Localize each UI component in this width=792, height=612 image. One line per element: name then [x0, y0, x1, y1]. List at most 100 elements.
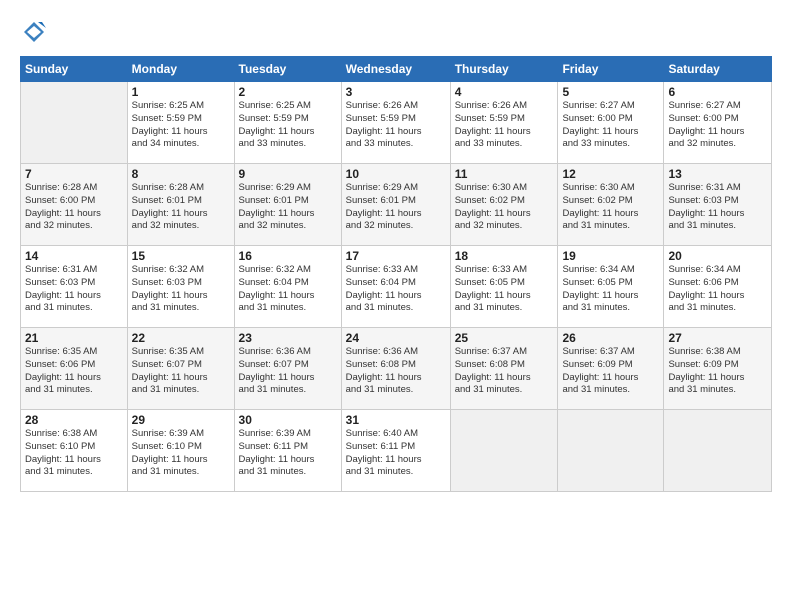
week-row-3: 14Sunrise: 6:31 AM Sunset: 6:03 PM Dayli…	[21, 246, 772, 328]
day-number: 15	[132, 249, 230, 263]
day-info: Sunrise: 6:27 AM Sunset: 6:00 PM Dayligh…	[562, 100, 659, 151]
day-info: Sunrise: 6:38 AM Sunset: 6:09 PM Dayligh…	[668, 346, 767, 397]
calendar-cell: 4Sunrise: 6:26 AM Sunset: 5:59 PM Daylig…	[450, 82, 558, 164]
week-row-5: 28Sunrise: 6:38 AM Sunset: 6:10 PM Dayli…	[21, 410, 772, 492]
day-info: Sunrise: 6:38 AM Sunset: 6:10 PM Dayligh…	[25, 428, 123, 479]
day-number: 7	[25, 167, 123, 181]
day-number: 22	[132, 331, 230, 345]
calendar-cell: 6Sunrise: 6:27 AM Sunset: 6:00 PM Daylig…	[664, 82, 772, 164]
day-info: Sunrise: 6:29 AM Sunset: 6:01 PM Dayligh…	[346, 182, 446, 233]
calendar-cell: 15Sunrise: 6:32 AM Sunset: 6:03 PM Dayli…	[127, 246, 234, 328]
day-number: 11	[455, 167, 554, 181]
day-info: Sunrise: 6:36 AM Sunset: 6:08 PM Dayligh…	[346, 346, 446, 397]
calendar-cell: 19Sunrise: 6:34 AM Sunset: 6:05 PM Dayli…	[558, 246, 664, 328]
calendar-cell: 8Sunrise: 6:28 AM Sunset: 6:01 PM Daylig…	[127, 164, 234, 246]
day-info: Sunrise: 6:36 AM Sunset: 6:07 PM Dayligh…	[239, 346, 337, 397]
calendar-cell: 27Sunrise: 6:38 AM Sunset: 6:09 PM Dayli…	[664, 328, 772, 410]
day-number: 5	[562, 85, 659, 99]
day-number: 21	[25, 331, 123, 345]
calendar-cell: 14Sunrise: 6:31 AM Sunset: 6:03 PM Dayli…	[21, 246, 128, 328]
dow-header-sunday: Sunday	[21, 57, 128, 82]
day-info: Sunrise: 6:26 AM Sunset: 5:59 PM Dayligh…	[346, 100, 446, 151]
calendar-cell: 30Sunrise: 6:39 AM Sunset: 6:11 PM Dayli…	[234, 410, 341, 492]
calendar-cell	[664, 410, 772, 492]
day-number: 29	[132, 413, 230, 427]
dow-header-saturday: Saturday	[664, 57, 772, 82]
dow-header-friday: Friday	[558, 57, 664, 82]
calendar-cell	[558, 410, 664, 492]
calendar-cell: 25Sunrise: 6:37 AM Sunset: 6:08 PM Dayli…	[450, 328, 558, 410]
calendar-cell: 28Sunrise: 6:38 AM Sunset: 6:10 PM Dayli…	[21, 410, 128, 492]
day-number: 9	[239, 167, 337, 181]
calendar-table: SundayMondayTuesdayWednesdayThursdayFrid…	[20, 56, 772, 492]
day-number: 13	[668, 167, 767, 181]
day-number: 20	[668, 249, 767, 263]
day-info: Sunrise: 6:25 AM Sunset: 5:59 PM Dayligh…	[132, 100, 230, 151]
day-info: Sunrise: 6:27 AM Sunset: 6:00 PM Dayligh…	[668, 100, 767, 151]
day-info: Sunrise: 6:35 AM Sunset: 6:06 PM Dayligh…	[25, 346, 123, 397]
calendar-cell: 13Sunrise: 6:31 AM Sunset: 6:03 PM Dayli…	[664, 164, 772, 246]
logo-icon	[20, 18, 48, 46]
day-info: Sunrise: 6:26 AM Sunset: 5:59 PM Dayligh…	[455, 100, 554, 151]
day-info: Sunrise: 6:33 AM Sunset: 6:05 PM Dayligh…	[455, 264, 554, 315]
day-number: 28	[25, 413, 123, 427]
day-info: Sunrise: 6:35 AM Sunset: 6:07 PM Dayligh…	[132, 346, 230, 397]
day-info: Sunrise: 6:30 AM Sunset: 6:02 PM Dayligh…	[562, 182, 659, 233]
day-info: Sunrise: 6:40 AM Sunset: 6:11 PM Dayligh…	[346, 428, 446, 479]
week-row-2: 7Sunrise: 6:28 AM Sunset: 6:00 PM Daylig…	[21, 164, 772, 246]
day-number: 17	[346, 249, 446, 263]
calendar-cell: 31Sunrise: 6:40 AM Sunset: 6:11 PM Dayli…	[341, 410, 450, 492]
calendar-cell: 24Sunrise: 6:36 AM Sunset: 6:08 PM Dayli…	[341, 328, 450, 410]
calendar-cell: 7Sunrise: 6:28 AM Sunset: 6:00 PM Daylig…	[21, 164, 128, 246]
week-row-1: 1Sunrise: 6:25 AM Sunset: 5:59 PM Daylig…	[21, 82, 772, 164]
calendar-cell: 20Sunrise: 6:34 AM Sunset: 6:06 PM Dayli…	[664, 246, 772, 328]
day-number: 6	[668, 85, 767, 99]
day-number: 19	[562, 249, 659, 263]
calendar-cell: 26Sunrise: 6:37 AM Sunset: 6:09 PM Dayli…	[558, 328, 664, 410]
header	[20, 18, 772, 46]
day-number: 8	[132, 167, 230, 181]
day-number: 18	[455, 249, 554, 263]
day-info: Sunrise: 6:37 AM Sunset: 6:08 PM Dayligh…	[455, 346, 554, 397]
dow-header-wednesday: Wednesday	[341, 57, 450, 82]
calendar-cell: 22Sunrise: 6:35 AM Sunset: 6:07 PM Dayli…	[127, 328, 234, 410]
day-info: Sunrise: 6:25 AM Sunset: 5:59 PM Dayligh…	[239, 100, 337, 151]
calendar-cell: 16Sunrise: 6:32 AM Sunset: 6:04 PM Dayli…	[234, 246, 341, 328]
calendar-cell: 3Sunrise: 6:26 AM Sunset: 5:59 PM Daylig…	[341, 82, 450, 164]
day-info: Sunrise: 6:34 AM Sunset: 6:05 PM Dayligh…	[562, 264, 659, 315]
day-number: 14	[25, 249, 123, 263]
page: SundayMondayTuesdayWednesdayThursdayFrid…	[0, 0, 792, 612]
day-info: Sunrise: 6:28 AM Sunset: 6:01 PM Dayligh…	[132, 182, 230, 233]
day-number: 12	[562, 167, 659, 181]
day-info: Sunrise: 6:33 AM Sunset: 6:04 PM Dayligh…	[346, 264, 446, 315]
calendar-cell: 17Sunrise: 6:33 AM Sunset: 6:04 PM Dayli…	[341, 246, 450, 328]
day-info: Sunrise: 6:31 AM Sunset: 6:03 PM Dayligh…	[668, 182, 767, 233]
day-info: Sunrise: 6:30 AM Sunset: 6:02 PM Dayligh…	[455, 182, 554, 233]
calendar-cell: 9Sunrise: 6:29 AM Sunset: 6:01 PM Daylig…	[234, 164, 341, 246]
day-number: 25	[455, 331, 554, 345]
dow-header-monday: Monday	[127, 57, 234, 82]
day-info: Sunrise: 6:32 AM Sunset: 6:03 PM Dayligh…	[132, 264, 230, 315]
week-row-4: 21Sunrise: 6:35 AM Sunset: 6:06 PM Dayli…	[21, 328, 772, 410]
day-info: Sunrise: 6:28 AM Sunset: 6:00 PM Dayligh…	[25, 182, 123, 233]
day-number: 4	[455, 85, 554, 99]
day-info: Sunrise: 6:34 AM Sunset: 6:06 PM Dayligh…	[668, 264, 767, 315]
day-number: 27	[668, 331, 767, 345]
day-number: 10	[346, 167, 446, 181]
calendar-cell: 18Sunrise: 6:33 AM Sunset: 6:05 PM Dayli…	[450, 246, 558, 328]
dow-header-tuesday: Tuesday	[234, 57, 341, 82]
day-number: 1	[132, 85, 230, 99]
calendar-cell: 12Sunrise: 6:30 AM Sunset: 6:02 PM Dayli…	[558, 164, 664, 246]
day-info: Sunrise: 6:39 AM Sunset: 6:11 PM Dayligh…	[239, 428, 337, 479]
calendar-cell	[450, 410, 558, 492]
day-number: 2	[239, 85, 337, 99]
day-number: 24	[346, 331, 446, 345]
day-number: 3	[346, 85, 446, 99]
day-number: 16	[239, 249, 337, 263]
day-number: 30	[239, 413, 337, 427]
day-info: Sunrise: 6:31 AM Sunset: 6:03 PM Dayligh…	[25, 264, 123, 315]
calendar-cell: 5Sunrise: 6:27 AM Sunset: 6:00 PM Daylig…	[558, 82, 664, 164]
calendar-cell: 21Sunrise: 6:35 AM Sunset: 6:06 PM Dayli…	[21, 328, 128, 410]
calendar-cell	[21, 82, 128, 164]
calendar-cell: 2Sunrise: 6:25 AM Sunset: 5:59 PM Daylig…	[234, 82, 341, 164]
